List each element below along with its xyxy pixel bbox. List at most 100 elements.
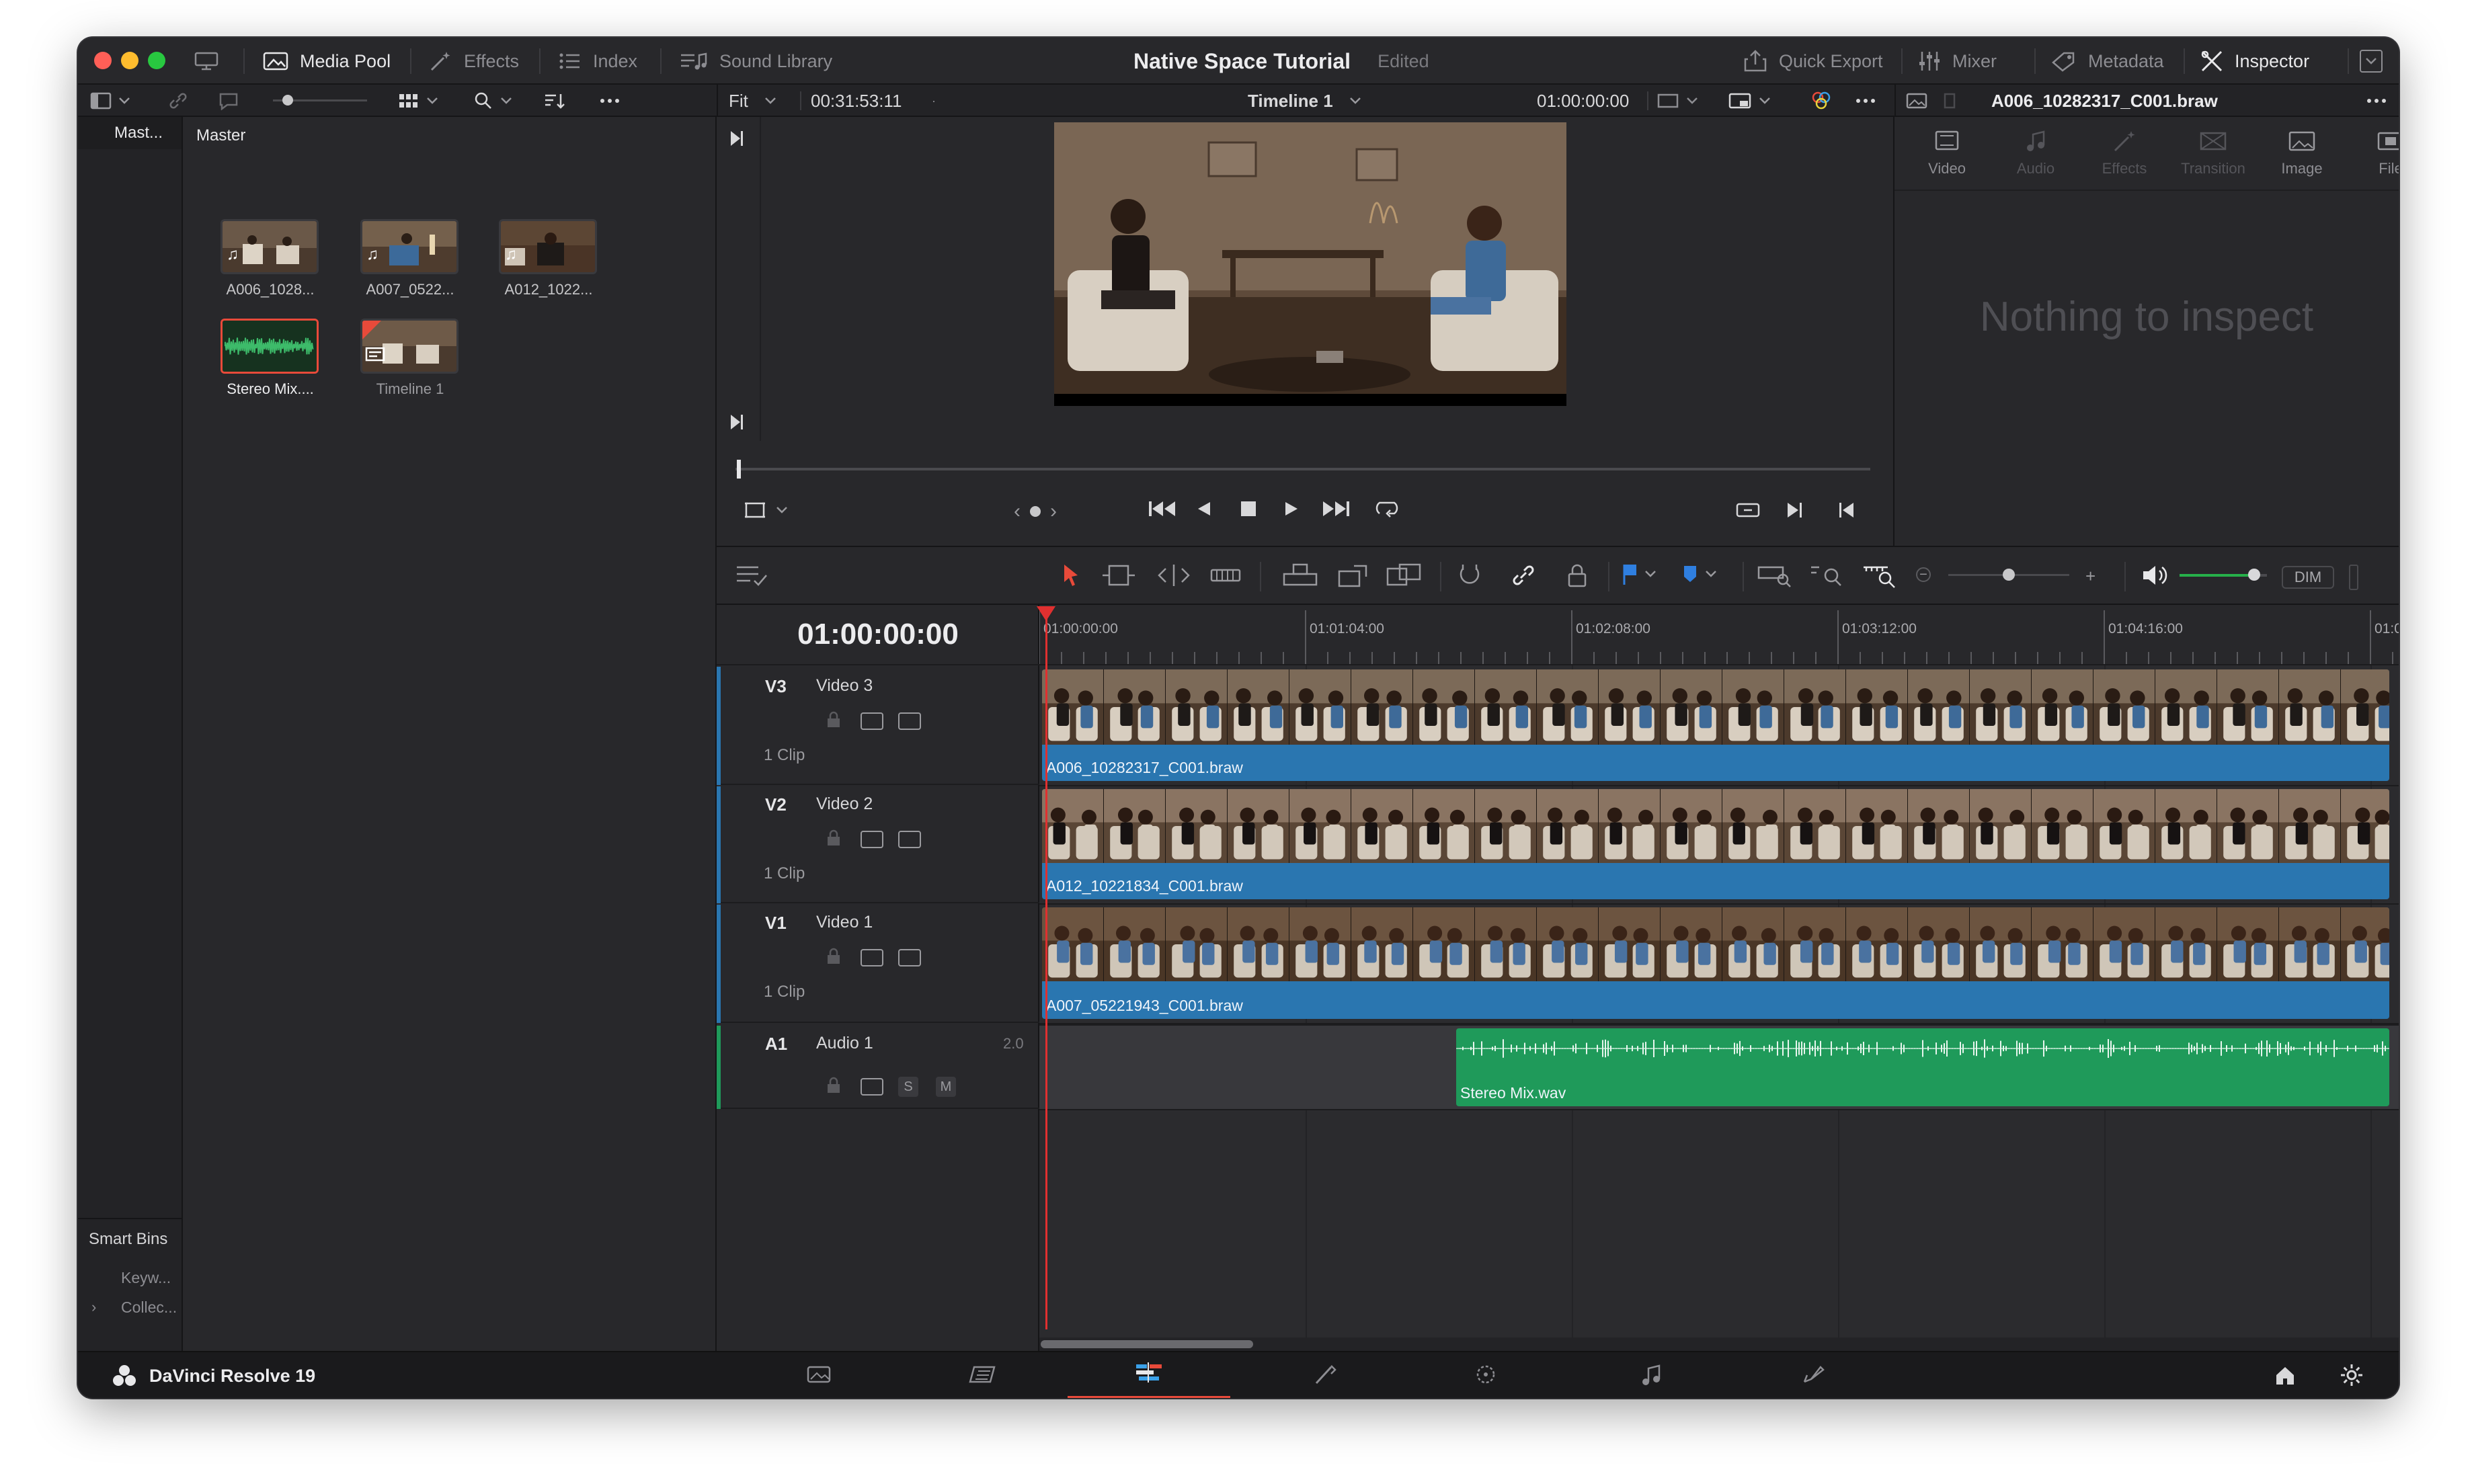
overwrite-clip-icon[interactable] — [1336, 562, 1370, 592]
track-header-a1[interactable]: A1 Audio 1 2.0 S M — [717, 1026, 1039, 1109]
selection-tool-icon[interactable] — [1061, 562, 1081, 592]
timeline-area[interactable]: 01:00:00:00 01:01:04:00 01:02:08:00 01:0… — [1037, 605, 2399, 1351]
flag-dropdown[interactable] — [1620, 562, 1657, 586]
lock-icon[interactable] — [826, 829, 842, 850]
custom-zoom-icon[interactable] — [1861, 562, 1899, 592]
cut-page-button[interactable] — [904, 1352, 1065, 1398]
close-window-button[interactable] — [94, 52, 112, 69]
timeline-scrollbar[interactable] — [1041, 1340, 1253, 1348]
quick-export-button[interactable]: Quick Export — [1743, 38, 1883, 85]
track-output-icon[interactable] — [898, 949, 921, 966]
thumbnail-size-slider[interactable] — [273, 85, 367, 117]
minimize-window-button[interactable] — [121, 52, 138, 69]
overlay-dropdown[interactable] — [1728, 85, 1771, 117]
media-pool-button[interactable]: Media Pool — [262, 38, 391, 85]
linked-selection-icon[interactable] — [1510, 562, 1537, 592]
sort-icon[interactable] — [543, 85, 566, 117]
mixer-button[interactable]: Mixer — [1917, 38, 1997, 85]
jog-control[interactable]: ‹ › — [1014, 500, 1057, 523]
mark-out-icon[interactable] — [1837, 500, 1856, 524]
fairlight-page-button[interactable] — [1570, 1352, 1732, 1398]
viewer-scrubber[interactable] — [735, 468, 1870, 470]
viewer-frame[interactable] — [1054, 122, 1566, 406]
index-button[interactable]: Index — [558, 38, 637, 85]
zoom-out-button[interactable]: − — [1916, 567, 1931, 582]
position-lock-icon[interactable] — [1564, 562, 1591, 592]
expand-chevron-icon[interactable] — [2360, 50, 2383, 73]
more-options-icon[interactable] — [600, 85, 620, 117]
next-clip-marker-icon[interactable] — [729, 413, 745, 435]
search-button[interactable] — [473, 85, 512, 117]
viewer-crop-dropdown[interactable] — [744, 500, 788, 520]
insert-clip-icon[interactable] — [1281, 562, 1319, 592]
trim-tool-icon[interactable] — [1100, 562, 1138, 592]
settings-gear-icon[interactable] — [2340, 1363, 2364, 1391]
viewer-playhead[interactable] — [737, 460, 741, 479]
snapping-icon[interactable] — [1456, 562, 1483, 592]
viewer-more-icon[interactable] — [1856, 85, 1876, 117]
track-header-v1[interactable]: V1 Video 1 1 Clip — [717, 905, 1039, 1023]
detail-zoom-icon[interactable] — [1808, 562, 1846, 592]
chevron-right-icon[interactable]: › — [91, 1298, 96, 1316]
zoom-window-button[interactable] — [148, 52, 165, 69]
color-page-button[interactable] — [1405, 1352, 1566, 1398]
track-header-v2[interactable]: V2 Video 2 1 Clip — [717, 786, 1039, 903]
go-to-end-icon[interactable] — [1322, 497, 1351, 524]
auto-select-icon[interactable] — [861, 949, 883, 966]
smart-bin-collections[interactable]: Collec... — [121, 1298, 177, 1317]
tab-effects[interactable]: Effects — [2084, 160, 2165, 177]
timeline-ruler[interactable]: 01:00:00:00 01:01:04:00 01:02:08:00 01:0… — [1039, 605, 2399, 665]
timeline-clip-v3[interactable]: A006_10282317_C001.braw — [1042, 669, 2389, 781]
auto-select-icon[interactable] — [861, 831, 883, 848]
metadata-button[interactable]: Metadata — [2050, 38, 2164, 85]
timeline-clip-v1[interactable]: A007_05221943_C001.braw — [1042, 907, 2389, 1019]
full-extent-zoom-icon[interactable] — [1756, 562, 1794, 592]
color-scope-icon[interactable] — [1810, 85, 1833, 117]
timeline-clip-a1[interactable]: Stereo Mix.wav — [1456, 1028, 2389, 1106]
smart-bin-keywords[interactable]: Keyw... — [121, 1269, 171, 1287]
media-page-button[interactable] — [738, 1352, 900, 1398]
sound-library-button[interactable]: Sound Library — [679, 38, 832, 85]
timeline-zoom-knob[interactable] — [2003, 569, 2015, 581]
caption-icon[interactable] — [218, 85, 239, 117]
tab-image[interactable]: Image — [2262, 160, 2342, 177]
track-output-icon[interactable] — [898, 712, 921, 730]
previous-clip-marker-icon[interactable] — [729, 129, 745, 151]
media-clip-thumbnail[interactable]: ♫ — [221, 219, 319, 274]
replace-clip-icon[interactable] — [1385, 562, 1424, 592]
lock-icon[interactable] — [826, 711, 842, 732]
fusion-page-button[interactable] — [1244, 1352, 1405, 1398]
stop-icon[interactable] — [1240, 500, 1257, 521]
tab-transition[interactable]: Transition — [2173, 160, 2253, 177]
effects-button[interactable]: Effects — [429, 38, 519, 85]
speaker-icon[interactable] — [2141, 562, 2170, 592]
inspector-more-icon[interactable] — [2366, 85, 2387, 117]
project-manager-home-icon[interactable] — [2274, 1364, 2297, 1391]
match-frame-icon[interactable] — [1734, 500, 1761, 524]
marker-dropdown[interactable] — [1681, 562, 1717, 586]
tab-file[interactable]: File — [2350, 160, 2399, 177]
link-clip-icon[interactable] — [168, 85, 188, 117]
volume-knob[interactable] — [2247, 569, 2260, 581]
play-icon[interactable] — [1283, 500, 1300, 521]
panel-toggle[interactable] — [90, 85, 130, 117]
zoom-in-button[interactable]: + — [2085, 566, 2096, 587]
media-clip-thumbnail[interactable]: ♫ — [360, 219, 458, 274]
auto-select-icon[interactable] — [861, 1078, 883, 1096]
view-mode-toggle[interactable] — [398, 85, 438, 117]
mute-button[interactable]: M — [936, 1077, 956, 1097]
blade-tool-icon[interactable] — [1209, 562, 1242, 592]
dim-button[interactable]: DIM — [2282, 566, 2334, 589]
tab-audio[interactable]: Audio — [1995, 160, 2076, 177]
media-clip-thumbnail[interactable]: ♫ — [499, 219, 597, 274]
timeline-thumbnail[interactable] — [360, 319, 458, 374]
lock-icon[interactable] — [826, 948, 842, 968]
dynamic-trim-icon[interactable] — [1155, 562, 1193, 592]
meter-toggle-icon[interactable] — [2349, 565, 2358, 590]
lock-icon[interactable] — [826, 1077, 842, 1098]
viewer-size-dropdown[interactable] — [1657, 85, 1698, 117]
master-bin-item[interactable]: Mast... — [114, 124, 163, 142]
tab-video[interactable]: Video — [1907, 160, 1987, 177]
track-header-v3[interactable]: V3 Video 3 1 Clip — [717, 667, 1039, 785]
deliver-page-button[interactable] — [1733, 1352, 1894, 1398]
